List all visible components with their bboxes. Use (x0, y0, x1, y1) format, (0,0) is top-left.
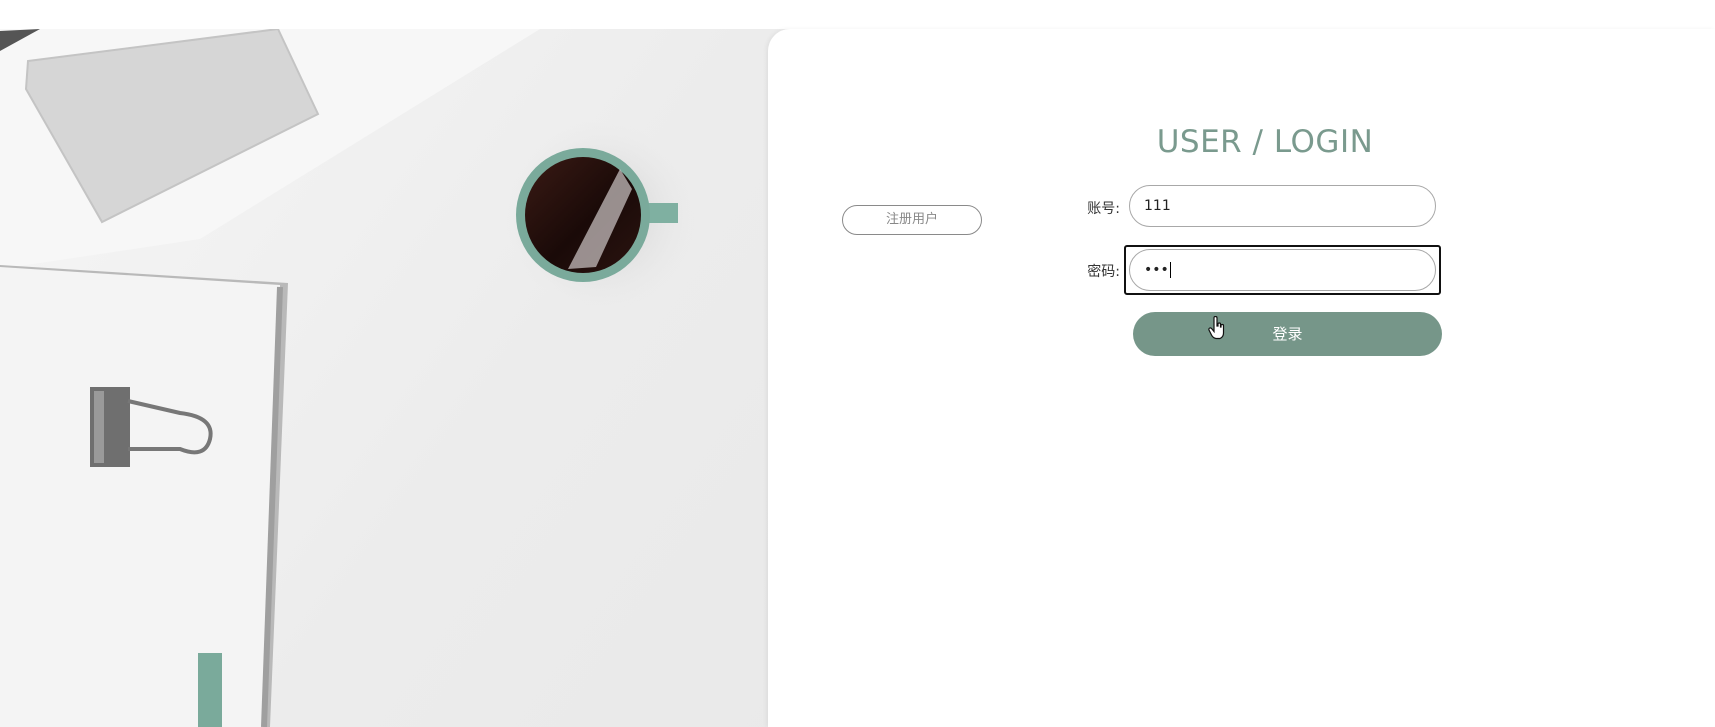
page-title: USER / LOGIN (1156, 124, 1374, 160)
password-label: 密码: (1087, 264, 1120, 280)
account-label: 账号: (1087, 201, 1120, 217)
account-field[interactable]: 111 (1129, 185, 1436, 227)
login-button[interactable]: 登录 (1133, 312, 1442, 356)
bookmark (198, 653, 222, 727)
hand-pointer-icon (1208, 315, 1226, 344)
login-page: USER / LOGIN 注册用户 账号: 111 密码: ••• 登录 (0, 0, 1715, 727)
account-value: 111 (1144, 198, 1171, 214)
notebook (0, 267, 280, 727)
text-caret (1169, 262, 1171, 278)
password-value: ••• (1144, 262, 1169, 278)
desk-illustration (0, 29, 695, 727)
password-field[interactable]: ••• (1129, 249, 1436, 291)
register-button[interactable]: 注册用户 (842, 205, 982, 235)
